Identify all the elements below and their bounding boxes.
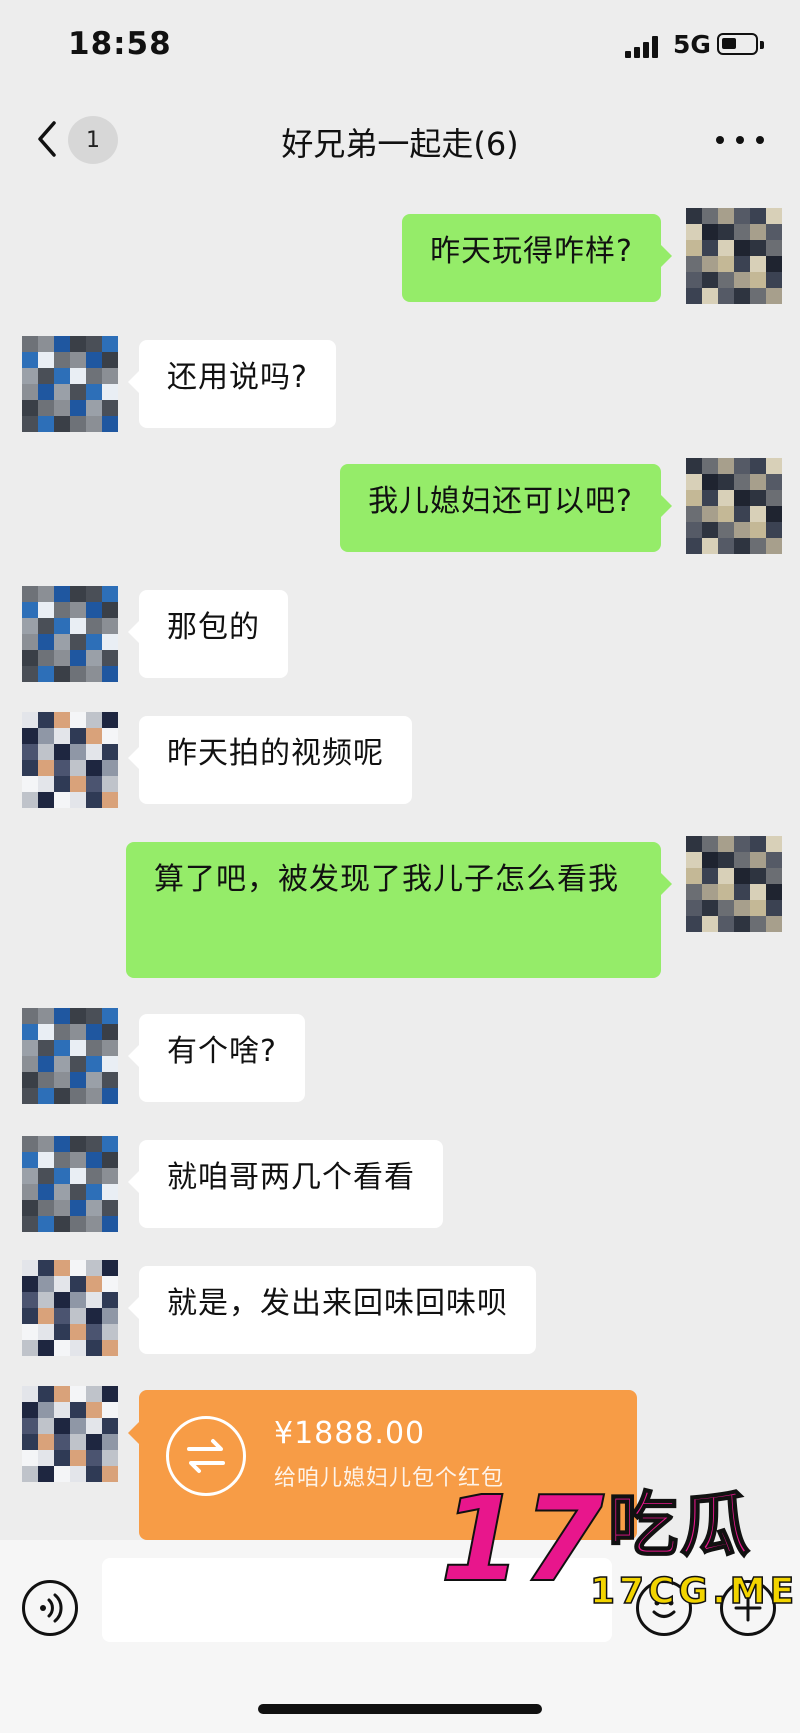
emoji-button[interactable] xyxy=(636,1580,692,1636)
avatar-friend-b[interactable] xyxy=(22,1386,118,1482)
message-input[interactable] xyxy=(102,1558,612,1642)
voice-button[interactable] xyxy=(22,1580,78,1636)
red-packet-amount: ¥1888.00 xyxy=(274,1416,426,1451)
more-icon xyxy=(716,136,724,144)
emoji-icon xyxy=(652,1600,676,1618)
message-bubble-incoming[interactable]: 昨天拍的视频呢 xyxy=(128,716,412,804)
status-time: 18:58 xyxy=(68,26,172,62)
message-bubble-incoming[interactable]: 还用说吗? xyxy=(128,340,336,428)
avatar-friend-a[interactable] xyxy=(22,1136,118,1232)
avatar-friend-b[interactable] xyxy=(22,712,118,808)
voice-icon xyxy=(40,1593,63,1623)
avatar-friend-a[interactable] xyxy=(22,586,118,682)
nav-bar: 1 好兄弟一起走(6) xyxy=(0,95,800,185)
avatar-friend-a[interactable] xyxy=(22,1008,118,1104)
battery-icon xyxy=(717,33,764,55)
avatar-self[interactable] xyxy=(686,836,782,932)
signal-icon xyxy=(625,36,659,58)
red-packet-note: 给咱儿媳妇儿包个红包 xyxy=(274,1466,505,1491)
avatar-friend-b[interactable] xyxy=(22,1260,118,1356)
message-bubble-outgoing[interactable]: 算了吧，被发现了我儿子怎么看我 xyxy=(126,842,672,978)
transfer-icon xyxy=(166,1416,246,1496)
message-bubble-incoming[interactable]: 有个啥? xyxy=(128,1014,305,1102)
network-type: 5G xyxy=(673,30,711,59)
plus-button[interactable] xyxy=(720,1580,776,1636)
message-bubble-outgoing[interactable]: 昨天玩得咋样? xyxy=(402,214,672,302)
red-packet-message[interactable]: ¥1888.00 给咱儿媳妇儿包个红包 xyxy=(128,1390,637,1540)
avatar-self[interactable] xyxy=(686,458,782,554)
message-bubble-incoming[interactable]: 那包的 xyxy=(128,590,288,678)
plus-icon xyxy=(734,1594,762,1622)
message-bubble-outgoing[interactable]: 我儿媳妇还可以吧? xyxy=(340,464,672,552)
avatar-self[interactable] xyxy=(686,208,782,304)
message-bubble-incoming[interactable]: 就咱哥两几个看看 xyxy=(128,1140,443,1228)
avatar-friend-a[interactable] xyxy=(22,336,118,432)
status-bar: 18:58 5G xyxy=(0,0,800,95)
more-button[interactable] xyxy=(716,125,764,155)
chat-title: 好兄弟一起走(6) xyxy=(281,125,519,163)
home-indicator xyxy=(258,1704,542,1714)
message-bubble-incoming[interactable]: 就是，发出来回味回味呗 xyxy=(128,1266,536,1354)
